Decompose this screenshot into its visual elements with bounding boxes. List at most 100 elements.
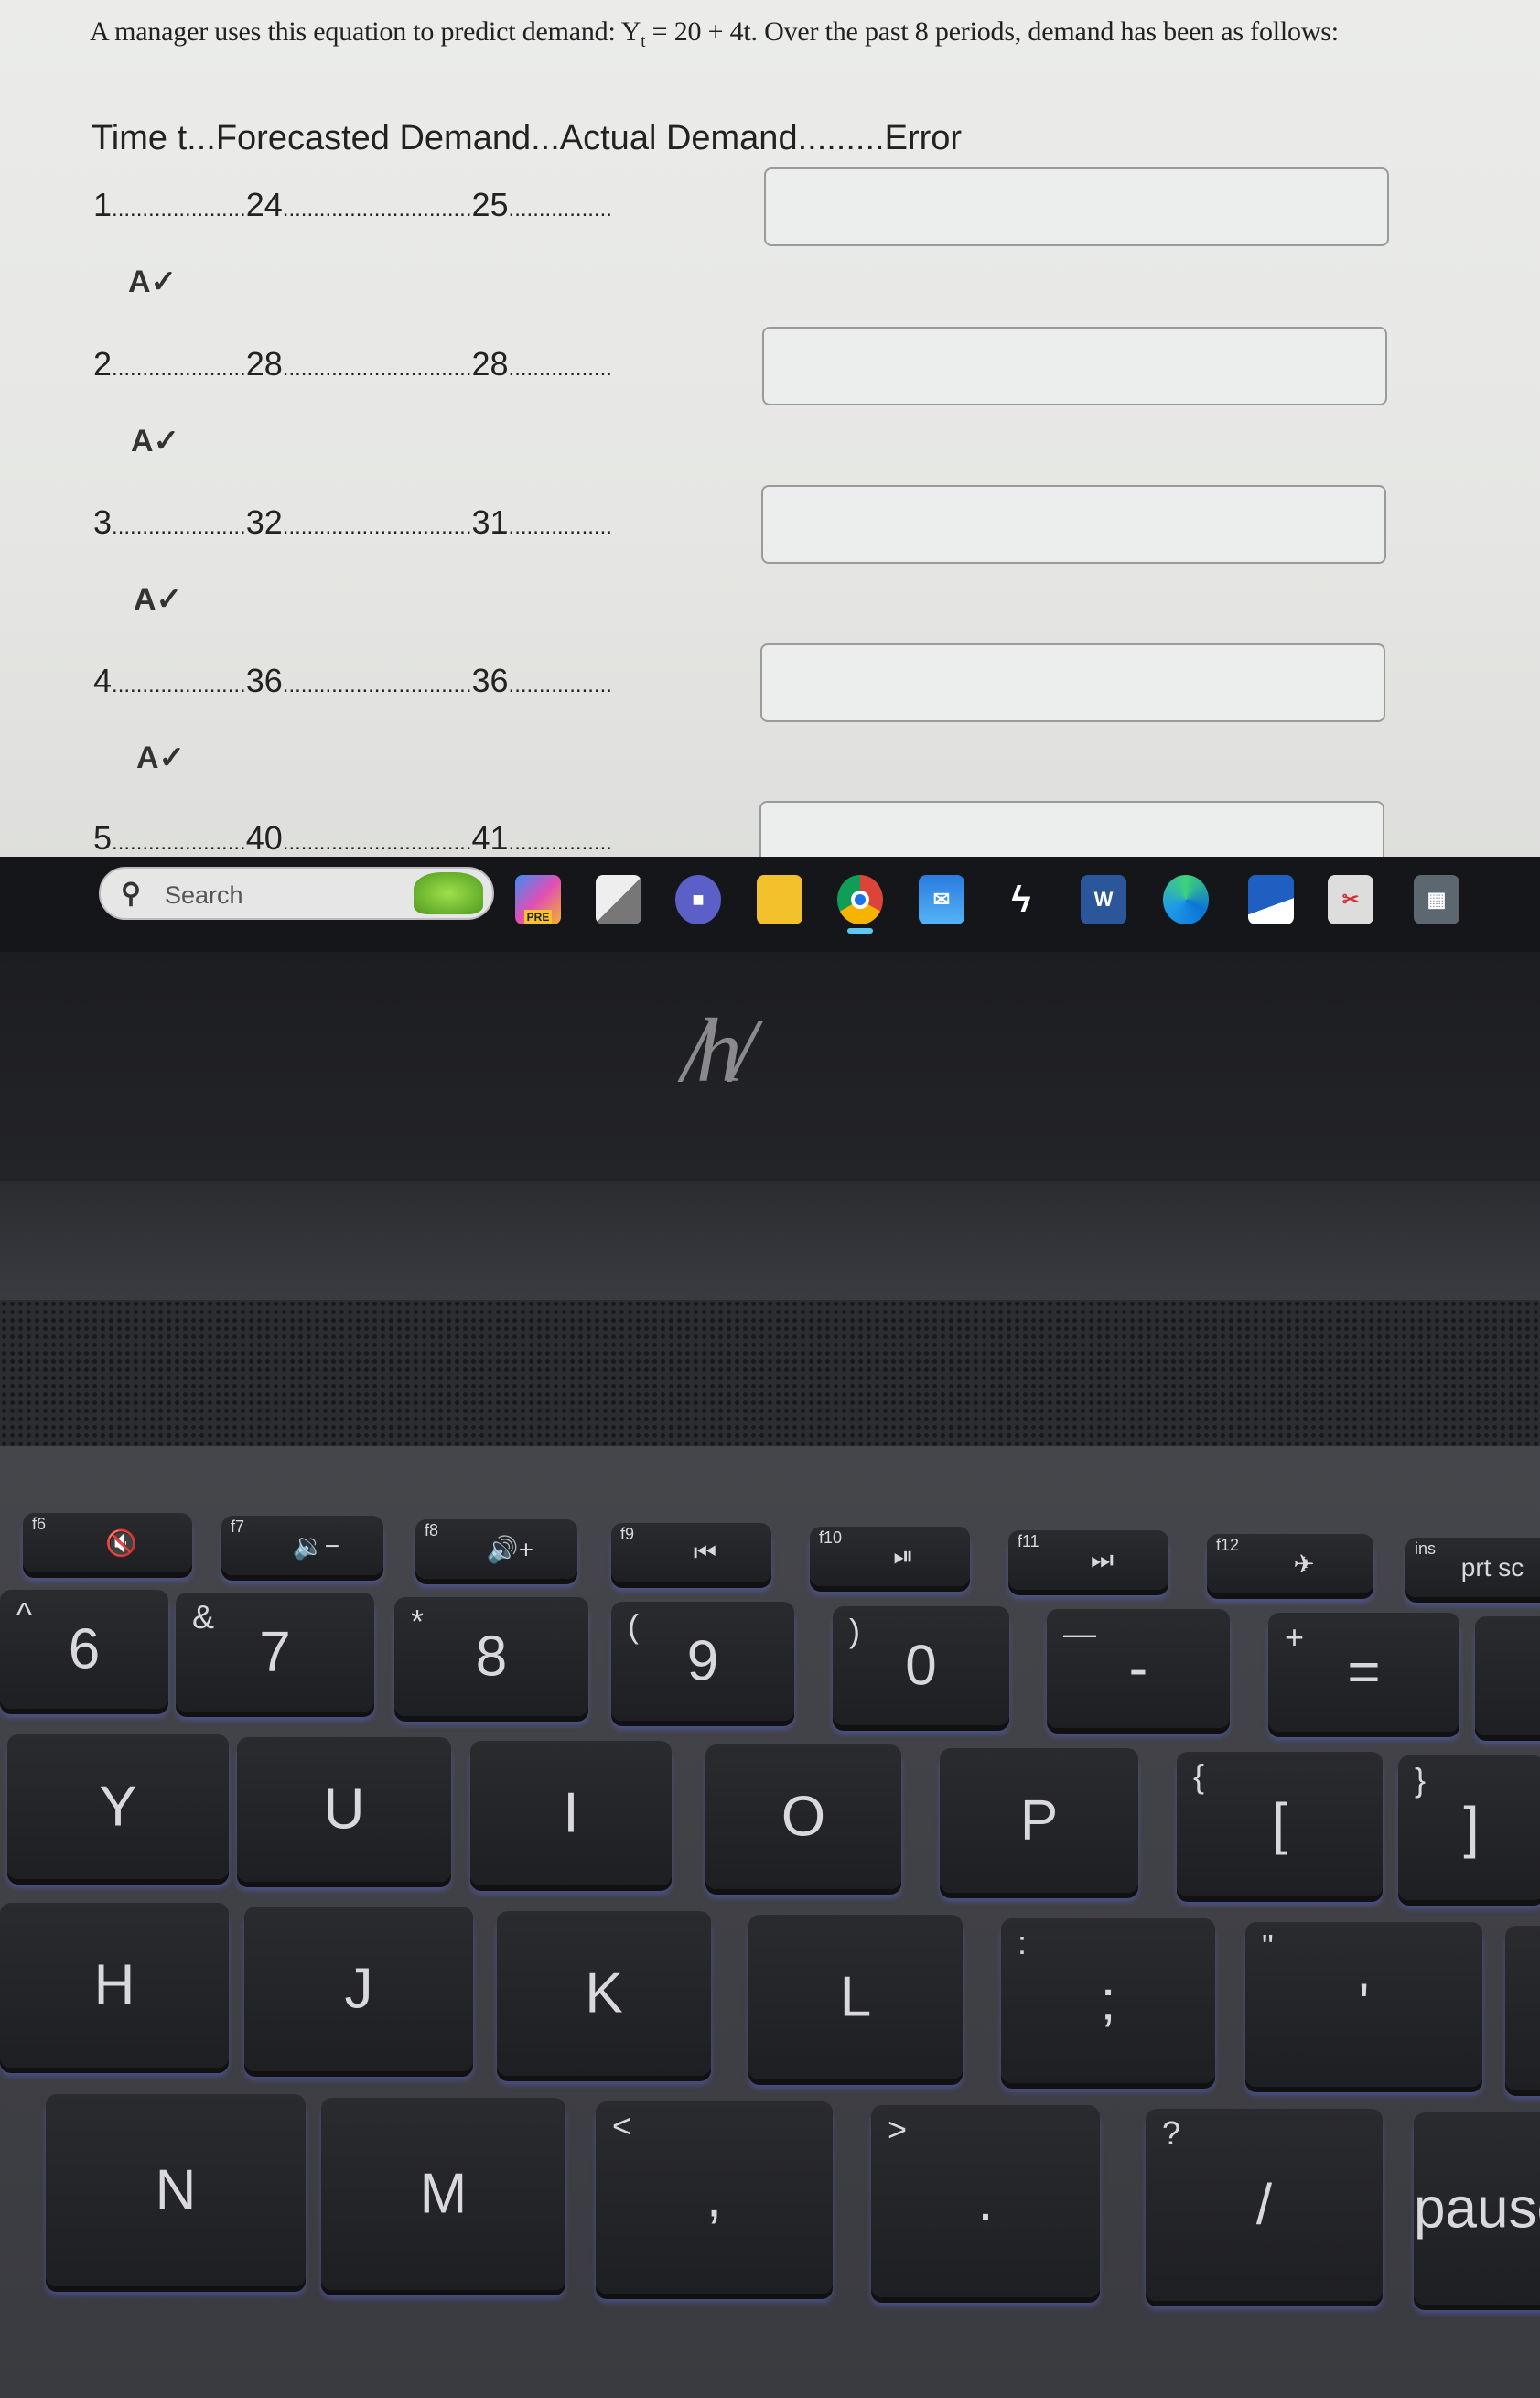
calculator-icon[interactable]: ▦ [1414,875,1459,924]
leader-dots: ............................... [282,356,472,381]
actual-value: 28 [471,345,509,383]
key-label: 🔇 [105,1528,137,1557]
key-secondary-label: < [612,2107,632,2144]
mail-icon[interactable]: ✉ [919,875,964,924]
key[interactable]: J [244,1907,473,2071]
time-value: 1 [93,186,113,223]
key-secondary-label: f6 [32,1515,47,1533]
key[interactable]: Y [7,1734,229,1879]
key[interactable]: :; [1001,1918,1215,2083]
leader-dots: ...................... [112,356,246,381]
key-label: ⏯ [893,1541,914,1570]
key-label: [ [1271,1792,1288,1856]
key-label: 7 [259,1620,291,1684]
key[interactable]: " ' [1245,1922,1482,2087]
key-label: N [155,2158,197,2222]
key-secondary-label: f9 [620,1525,635,1543]
key-secondary-label: ? [1162,2114,1181,2152]
key[interactable]: O [705,1744,901,1889]
error-input[interactable] [760,643,1385,722]
key-label: I [563,1781,579,1845]
key[interactable]: f9 ⏮ [611,1523,771,1582]
file-explorer-icon[interactable] [757,875,802,924]
key[interactable]: M [321,2098,565,2290]
key-label: , [705,2166,723,2230]
key[interactable]: f8 🔊+ [415,1519,577,1579]
key[interactable]: }] [1398,1755,1540,1900]
key[interactable]: >. [871,2105,1100,2297]
key[interactable]: {[ [1177,1752,1383,1896]
laptop-hinge [0,1181,1540,1300]
leader-dots: ............................... [282,673,472,697]
leader-dots: ............................... [282,830,472,855]
lightning-app-icon[interactable]: ϟ [998,875,1044,924]
copilot-icon[interactable]: PRE [515,875,561,924]
word-icon[interactable]: W [1081,875,1126,924]
key[interactable] [1505,1926,1540,2090]
key[interactable]: + = [1268,1613,1459,1732]
question-text: A manager uses this equation to predict … [90,16,1339,51]
leader-dots: ............................... [282,197,472,221]
error-input[interactable] [762,327,1387,405]
key[interactable]: pause [1414,2112,1540,2305]
key[interactable]: (9 [611,1602,794,1721]
spellcheck-icon[interactable]: A✓ [128,264,177,300]
search-placeholder: Search [165,881,243,909]
chrome-icon[interactable] [837,875,883,924]
spellcheck-icon[interactable]: A✓ [136,740,185,776]
forecast-value: 40 [245,819,283,857]
key[interactable]: ins prt sc [1405,1538,1540,1597]
key-label: pause [1414,2177,1540,2241]
search-input[interactable]: ⚲ Search [99,867,494,920]
key[interactable]: <, [596,2101,833,2294]
demand-row: 1......................24...............… [93,186,612,224]
key[interactable]: f12 ✈ [1207,1534,1373,1593]
key-label: P [1019,1788,1059,1853]
key[interactable]: ? / [1146,2109,1383,2301]
edge-icon[interactable] [1163,875,1209,924]
key[interactable]: — - [1047,1609,1230,1728]
key[interactable]: P [940,1748,1138,1893]
taskbar: ⚲ Search PRE ■ ✉ ϟ W ✂ ▦ [0,857,1540,953]
key-label: ⏮ [693,1538,717,1566]
key-label: 9 [686,1629,719,1693]
key[interactable] [1475,1616,1540,1735]
key[interactable]: f10 ⏯ [810,1527,970,1586]
snipping-tool-icon[interactable]: ✂ [1328,875,1373,924]
demand-row: 2...................... 28...............… [93,345,612,383]
key[interactable]: H [0,1903,229,2068]
key[interactable]: I [470,1741,672,1885]
key-label: ; [1100,1969,1116,2033]
teams-icon[interactable]: ■ [675,875,721,924]
key[interactable]: f7 🔉− [221,1516,383,1575]
key[interactable]: N [46,2094,306,2286]
key[interactable]: ^ 6 [0,1590,168,1709]
windows-start-icon[interactable] [30,870,74,913]
key-secondary-label: { [1193,1757,1205,1795]
leader-dots: ...................... [112,673,246,697]
scanner-icon[interactable] [1248,875,1294,924]
error-input[interactable] [759,801,1384,860]
key-secondary-label: : [1018,1924,1028,1961]
key[interactable]: U [237,1737,451,1882]
key[interactable]: & 7 [176,1593,374,1712]
key[interactable]: * 8 [394,1597,588,1716]
key[interactable]: f11 ⏭ [1008,1530,1168,1590]
laptop-bezel [0,952,1540,1181]
key[interactable]: K [497,1911,711,2076]
actual-value: 25 [471,186,509,223]
key-label: ' [1358,1972,1370,2036]
key-secondary-label: > [888,2111,908,2148]
key[interactable]: f6 🔇 [23,1513,192,1572]
key-secondary-label: } [1415,1761,1427,1798]
error-input[interactable] [761,485,1386,564]
key[interactable]: ) 0 [833,1606,1009,1725]
key-label: 🔊+ [486,1535,534,1563]
error-input[interactable] [764,167,1389,246]
spellcheck-icon[interactable]: A✓ [134,581,182,618]
forecast-value: 36 [245,662,283,699]
time-value: 2 [93,345,113,383]
spellcheck-icon[interactable]: A✓ [131,423,179,459]
key[interactable]: L [748,1915,963,2079]
task-view-icon[interactable] [596,875,641,924]
